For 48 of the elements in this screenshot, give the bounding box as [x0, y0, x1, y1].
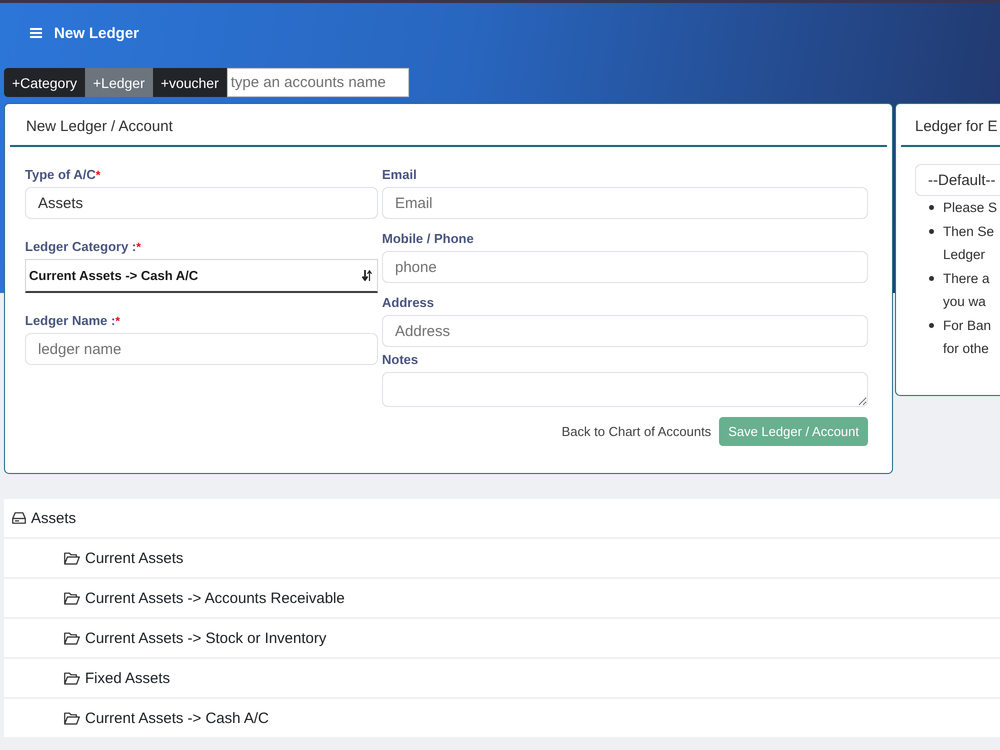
card-title: Ledger for E — [915, 118, 998, 135]
card-title: New Ledger / Account — [26, 118, 173, 135]
text-field[interactable]: Address — [382, 315, 868, 347]
text-field[interactable]: Assets — [25, 187, 378, 219]
field-label: Notes — [382, 352, 418, 367]
field-label: Email — [382, 167, 417, 182]
field-label: Address — [382, 295, 434, 310]
tip-text: Please S — [943, 199, 998, 217]
text-field[interactable]: ledger name — [25, 333, 378, 365]
tip-text: There a you wa — [943, 270, 990, 311]
required-mark: * — [136, 240, 141, 254]
tree-item[interactable]: Current Assets -> Stock or Inventory — [4, 619, 1000, 657]
tree-item[interactable]: Fixed Assets — [4, 659, 1000, 697]
back-link[interactable]: Back to Chart of Accounts — [562, 424, 712, 439]
tree-item[interactable]: Current Assets -> Cash A/C — [4, 699, 1000, 737]
tree-item[interactable]: Current Assets — [4, 539, 1000, 577]
bullet-icon — [929, 228, 934, 234]
toolbar-button[interactable]: +Ledger — [84, 68, 153, 97]
folder-open-icon — [64, 632, 80, 644]
sort-icon — [362, 270, 372, 281]
bullet-icon — [929, 276, 934, 280]
select-field[interactable]: --Default-- — [915, 164, 1000, 196]
tip-text: For Ban for othe — [943, 316, 992, 358]
field-label: Mobile / Phone — [382, 231, 474, 246]
page-title: New Ledger — [54, 24, 140, 42]
tree-item[interactable]: Assets — [4, 499, 1000, 537]
menu-icon[interactable] — [30, 28, 42, 38]
search-field[interactable]: type an accounts name — [226, 68, 409, 97]
tip-text: Then Se Ledger — [943, 222, 994, 264]
field-label: Type of A/C — [25, 167, 96, 182]
required-mark: * — [96, 168, 100, 182]
text-field[interactable]: phone — [382, 251, 868, 283]
field-label: Ledger Name : — [25, 313, 116, 328]
toolbar-button[interactable]: +Category — [4, 68, 85, 97]
tree-item[interactable]: Current Assets -> Accounts Receivable — [4, 579, 1000, 617]
toolbar-button[interactable]: +voucher — [152, 68, 227, 97]
folder-open-icon — [64, 592, 80, 604]
drive-icon — [12, 512, 26, 524]
required-mark: * — [115, 314, 120, 328]
folder-open-icon — [64, 672, 80, 684]
folder-open-icon — [64, 552, 80, 564]
bullet-icon — [929, 205, 934, 210]
notes-field[interactable] — [382, 372, 868, 407]
folder-open-icon — [64, 712, 80, 724]
select-field[interactable]: Current Assets -> Cash A/C — [25, 259, 378, 293]
bullet-icon — [929, 322, 934, 328]
field-label: Ledger Category : — [25, 239, 136, 254]
text-field[interactable]: Email — [382, 187, 868, 219]
